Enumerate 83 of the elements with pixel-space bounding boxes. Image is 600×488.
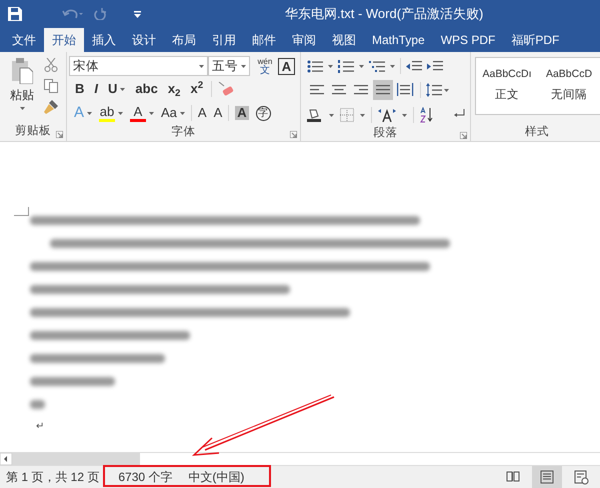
ribbon-tab[interactable]: 插入 bbox=[84, 28, 124, 52]
line-spacing-icon[interactable] bbox=[426, 83, 442, 97]
caret-icon[interactable] bbox=[329, 114, 334, 116]
view-button[interactable] bbox=[532, 466, 562, 488]
caret-icon[interactable] bbox=[20, 107, 24, 110]
group-label: 样式 bbox=[525, 124, 549, 140]
scroll-left-icon[interactable] bbox=[0, 453, 12, 465]
style-item[interactable]: AaBbCcD 无间隔 bbox=[538, 58, 600, 114]
caret-icon[interactable] bbox=[149, 112, 154, 114]
clipboard-icon[interactable] bbox=[11, 58, 33, 84]
bullets-icon[interactable] bbox=[307, 60, 323, 72]
paste-button[interactable]: 粘贴 bbox=[0, 52, 36, 123]
ribbon-tab[interactable]: 开始 bbox=[44, 28, 84, 52]
style-item[interactable]: AaBbCcDı 正文 bbox=[476, 58, 538, 114]
group-label: 段落 bbox=[374, 126, 398, 141]
character-spacing-icon[interactable] bbox=[378, 108, 396, 122]
margin-corner-mark bbox=[14, 207, 29, 216]
format-button[interactable]: abc bbox=[133, 79, 160, 99]
font-effect-button[interactable]: A bbox=[196, 106, 208, 120]
caret-icon[interactable] bbox=[360, 114, 365, 116]
dialog-launcher-icon[interactable] bbox=[290, 131, 297, 138]
multilevel-list-icon[interactable] bbox=[369, 60, 385, 72]
caret-icon[interactable] bbox=[199, 64, 204, 68]
borders-icon[interactable] bbox=[340, 108, 354, 122]
character-border-button[interactable]: A bbox=[278, 58, 295, 74]
paragraph-mark: ↵ bbox=[36, 420, 44, 434]
group-label: 字体 bbox=[172, 124, 196, 140]
ribbon-tab[interactable]: 引用 bbox=[204, 28, 244, 52]
language-indicator: 中文(中国) bbox=[188, 469, 244, 486]
word-count: 6730 个字 bbox=[118, 469, 172, 486]
format-button[interactable]: U bbox=[106, 79, 128, 99]
shading-icon[interactable] bbox=[307, 108, 323, 122]
ribbon-tab[interactable]: 文件 bbox=[4, 28, 44, 52]
caret-icon[interactable] bbox=[328, 64, 333, 68]
decrease-indent-icon[interactable] bbox=[406, 60, 422, 72]
font-effect-button[interactable]: ab bbox=[98, 104, 124, 122]
format-button[interactable]: I bbox=[92, 79, 100, 99]
font-name-field[interactable]: 宋体 bbox=[69, 56, 208, 76]
caret-icon[interactable] bbox=[444, 88, 449, 92]
font-effect-button[interactable]: A bbox=[234, 106, 250, 120]
copy-icon[interactable] bbox=[44, 79, 58, 93]
caret-icon[interactable] bbox=[241, 64, 246, 68]
sort-icon[interactable] bbox=[420, 107, 434, 123]
save-icon[interactable] bbox=[8, 7, 22, 21]
ribbon-tab[interactable]: 邮件 bbox=[244, 28, 284, 52]
font-effect-button[interactable]: Aa bbox=[160, 106, 186, 120]
ribbon-tab[interactable]: MathType bbox=[364, 28, 433, 52]
customize-icon[interactable] bbox=[134, 10, 141, 18]
caret-icon[interactable] bbox=[118, 112, 124, 114]
page-count: 第 1 页，共 12 页 bbox=[6, 469, 100, 486]
window-title: 华东电网.txt - Word(产品激活失败) bbox=[285, 5, 484, 24]
caret-icon[interactable] bbox=[390, 64, 395, 68]
font-effect-button[interactable]: A bbox=[212, 106, 224, 120]
ribbon-tab[interactable]: 福昕PDF bbox=[503, 28, 568, 52]
ribbon-tab[interactable]: WPS PDF bbox=[432, 28, 504, 52]
format-button[interactable]: x$^{2}$ bbox=[188, 79, 206, 99]
font-effect-button[interactable]: A bbox=[129, 104, 156, 122]
format-painter-icon[interactable] bbox=[44, 100, 58, 114]
format-button[interactable]: B bbox=[73, 79, 86, 99]
ribbon-tab[interactable]: 视图 bbox=[324, 28, 364, 52]
font-size-field[interactable]: 五号 bbox=[208, 56, 250, 76]
format-button[interactable]: x$_{2}$ bbox=[166, 79, 182, 99]
caret-icon[interactable] bbox=[120, 88, 126, 90]
caret-icon[interactable] bbox=[359, 64, 364, 68]
web-layout-icon bbox=[573, 469, 589, 485]
ribbon-tab[interactable]: 审阅 bbox=[284, 28, 324, 52]
increase-indent-icon[interactable] bbox=[427, 60, 443, 72]
caret-icon[interactable] bbox=[87, 112, 92, 114]
phonetic-guide-button[interactable]: wén 文 bbox=[255, 57, 275, 75]
scissors-icon[interactable] bbox=[44, 58, 58, 72]
group-label: 剪贴板 bbox=[15, 123, 51, 140]
caret-icon[interactable] bbox=[180, 112, 185, 114]
ribbon-tab[interactable]: 设计 bbox=[124, 28, 164, 52]
blurred-text-line bbox=[30, 400, 45, 409]
font-effect-button[interactable]: 字 bbox=[254, 106, 272, 120]
caret-icon[interactable] bbox=[402, 114, 407, 116]
alignment-button[interactable] bbox=[373, 80, 393, 100]
scrollbar-thumb[interactable] bbox=[12, 453, 140, 465]
numbering-icon[interactable] bbox=[338, 60, 354, 72]
ribbon-tab[interactable]: 布局 bbox=[164, 28, 204, 52]
print-layout-icon bbox=[539, 469, 555, 485]
dialog-launcher-icon[interactable] bbox=[460, 132, 467, 140]
dialog-launcher-icon[interactable] bbox=[56, 131, 63, 138]
